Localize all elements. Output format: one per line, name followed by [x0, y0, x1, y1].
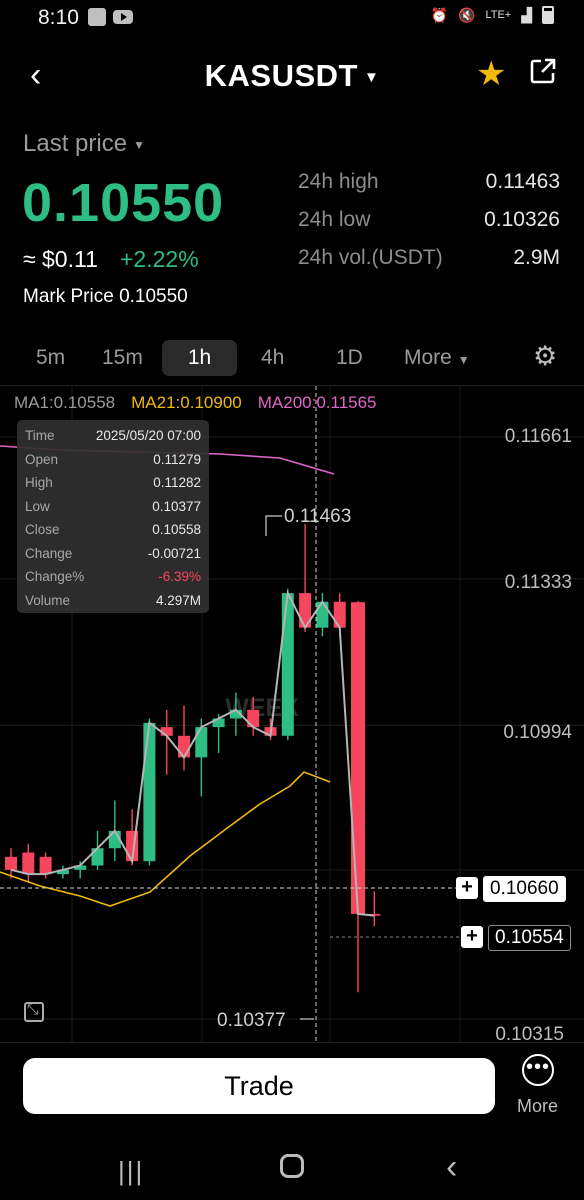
tooltip-value: 0.11282 — [153, 475, 201, 490]
status-time: 8:10 — [38, 6, 79, 29]
favorite-star-icon[interactable]: ★ — [476, 54, 506, 94]
caret-down-icon: ▼ — [457, 353, 470, 367]
tooltip-value: -0.00721 — [147, 545, 201, 561]
more-label[interactable]: More — [517, 1096, 558, 1117]
tooltip-value: 0.10558 — [152, 522, 201, 537]
tooltip-key: Change — [25, 545, 73, 561]
ma21-line — [0, 771, 331, 907]
tooltip-value: -6.39% — [158, 569, 201, 584]
signal-icon: ▟ — [521, 6, 532, 23]
candle-body — [281, 593, 294, 736]
tooltip-value: 0.10377 — [152, 498, 201, 514]
network-label: LTE+ — [485, 9, 512, 21]
tooltip-key: High — [25, 475, 53, 490]
tooltip-key: Close — [25, 522, 60, 537]
home-icon[interactable] — [280, 1154, 304, 1178]
ma1-line — [10, 589, 375, 917]
tooltip-value: 2025/05/20 07:00 — [95, 428, 201, 443]
crosshair-price-tag: 0.10660 — [483, 876, 566, 902]
mute-icon: 🔇 — [458, 6, 476, 23]
current-price-tag: 0.10554 — [488, 925, 571, 951]
candle-body — [22, 852, 35, 875]
divider — [0, 1042, 584, 1043]
chart-settings-gear-icon[interactable]: ⚙ — [533, 341, 557, 372]
last-price-selector[interactable]: Last price ▼ — [23, 130, 145, 158]
stat-24h-low-label: 24h low — [298, 208, 371, 231]
last-price-label: Last price — [23, 130, 128, 157]
recent-apps-icon[interactable]: ||| — [118, 1156, 144, 1187]
stat-24h-low-value: 0.10326 — [484, 208, 560, 231]
youtube-icon — [113, 10, 133, 24]
tab-4h[interactable]: 4h — [261, 340, 284, 376]
tab-1d[interactable]: 1D — [336, 340, 363, 376]
usd-approx: ≈ $0.11 — [23, 246, 98, 272]
tab-more-label: More — [404, 346, 452, 369]
caret-down-icon: ▼ — [133, 137, 145, 152]
tooltip-key: Change% — [25, 569, 85, 584]
stat-24h-vol-value: 2.9M — [513, 246, 560, 269]
stat-24h-vol-label: 24h vol.(USDT) — [298, 246, 443, 269]
tab-5m[interactable]: 5m — [36, 340, 65, 376]
candle-body — [195, 727, 208, 758]
add-alert-plus-icon[interactable]: + — [456, 877, 478, 899]
candle-body — [333, 601, 346, 628]
fullscreen-expand-icon[interactable] — [24, 1001, 44, 1022]
symbol-label: KASUSDT — [204, 58, 358, 93]
candle-body — [178, 735, 190, 758]
y-axis-label: 0.11333 — [504, 572, 572, 593]
tooltip-value: 0.11279 — [153, 451, 201, 467]
battery-icon — [542, 6, 554, 24]
high-marker-leader — [265, 515, 282, 536]
tooltip-key: Low — [25, 498, 50, 514]
ma-legend: MA1:0.10558 MA21:0.10900 MA200:0.11565 — [14, 393, 377, 413]
status-icons: ⏰ 🔇 LTE+ ▟ — [431, 6, 554, 24]
candle-body — [91, 848, 104, 866]
more-options-icon[interactable]: ••• — [522, 1054, 554, 1086]
tooltip-key: Time — [25, 428, 55, 443]
y-axis-label: 0.11661 — [504, 426, 572, 447]
interval-tabs: 5m 15m 1h 4h 1D More ▼ — [0, 340, 584, 376]
stat-24h-high-value: 0.11463 — [485, 170, 560, 193]
candle-body — [247, 709, 260, 728]
ma1-label: MA1:0.10558 — [14, 393, 116, 412]
tab-more[interactable]: More ▼ — [404, 340, 470, 378]
tooltip-key: Volume — [25, 592, 71, 608]
candle-body — [39, 856, 52, 875]
nav-back-icon[interactable]: ‹ — [446, 1148, 457, 1187]
tab-1h[interactable]: 1h — [162, 340, 237, 376]
candle-tooltip: Time 2025/05/20 07:00 Open 0.11279 High 0.112… — [17, 420, 209, 613]
tooltip-key: Open — [25, 451, 59, 467]
y-axis-label: 0.10994 — [503, 722, 572, 743]
low-marker-label: 0.10377 — [217, 1010, 286, 1031]
alarm-icon: ⏰ — [430, 6, 448, 23]
tab-15m[interactable]: 15m — [102, 340, 143, 376]
ma200-label: MA200:0.11565 — [257, 393, 377, 412]
caret-down-icon: ▼ — [363, 69, 380, 87]
mark-price: Mark Price 0.10550 — [23, 286, 188, 307]
price-change: +2.22% — [120, 246, 199, 272]
tooltip-value: 4.297M — [155, 592, 201, 608]
high-marker-label: 0.11463 — [284, 506, 352, 527]
stat-24h-high-label: 24h high — [298, 170, 379, 193]
share-icon[interactable] — [530, 58, 556, 84]
candle-body — [351, 602, 365, 914]
trade-button[interactable]: Trade — [23, 1058, 495, 1114]
notification-icon — [88, 8, 106, 26]
add-alert-plus-icon[interactable]: + — [461, 926, 483, 948]
last-price: 0.10550 — [22, 173, 225, 233]
candle-body — [316, 601, 329, 628]
ma21-label: MA21:0.10900 — [131, 393, 242, 412]
candle-body — [5, 856, 17, 870]
candle-body — [143, 722, 156, 862]
